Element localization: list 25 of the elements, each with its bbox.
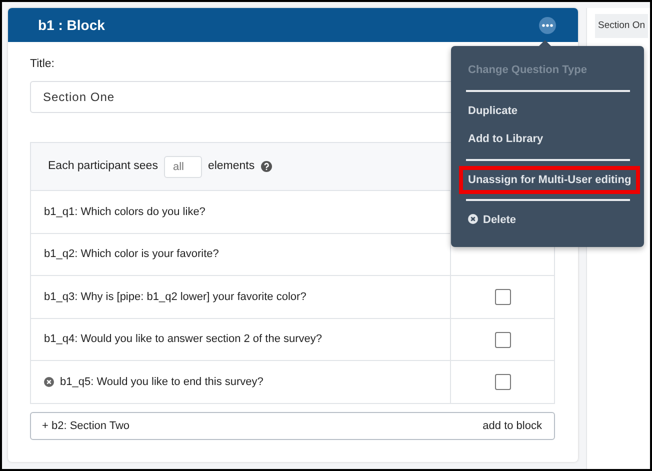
title-label: Title: [30,57,54,72]
next-block-bar[interactable]: + b2: Section Two add to block [30,412,555,440]
count-input[interactable]: all [164,156,202,178]
question-text: b1_q1: Which colors do you like? [44,204,206,220]
section-chip[interactable]: Section On [595,14,648,38]
next-block-label: + b2: Section Two [42,418,130,434]
question-text: b1_q5: Would you like to end this survey? [60,374,264,390]
delete-icon [468,214,478,224]
question-text: b1_q2: Which color is your favorite? [44,247,219,262]
question-text: b1_q4: Would you like to answer section 2 of the survey? [44,332,322,348]
question-checkbox[interactable] [494,289,510,305]
add-to-block-link[interactable]: add to block [482,418,542,434]
menu-item[interactable]: Add to Library [459,125,552,154]
help-icon[interactable] [260,161,272,172]
more-icon [542,24,553,26]
remove-icon[interactable] [44,377,54,387]
question-checkbox[interactable] [494,374,510,390]
more-options-button[interactable] [539,16,556,34]
question-text: b1_q3: Why is [pipe: b1_q2 lower] your favorite color? [44,290,306,305]
menu-item[interactable]: Delete [459,206,526,234]
participant-label: Each participant sees [48,159,158,174]
elements-label: elements [208,159,255,174]
block-title: b1 : Block [38,16,105,34]
question-checkbox[interactable] [494,332,510,348]
menu-item[interactable]: Unassign for Multi-User editing [459,166,640,194]
